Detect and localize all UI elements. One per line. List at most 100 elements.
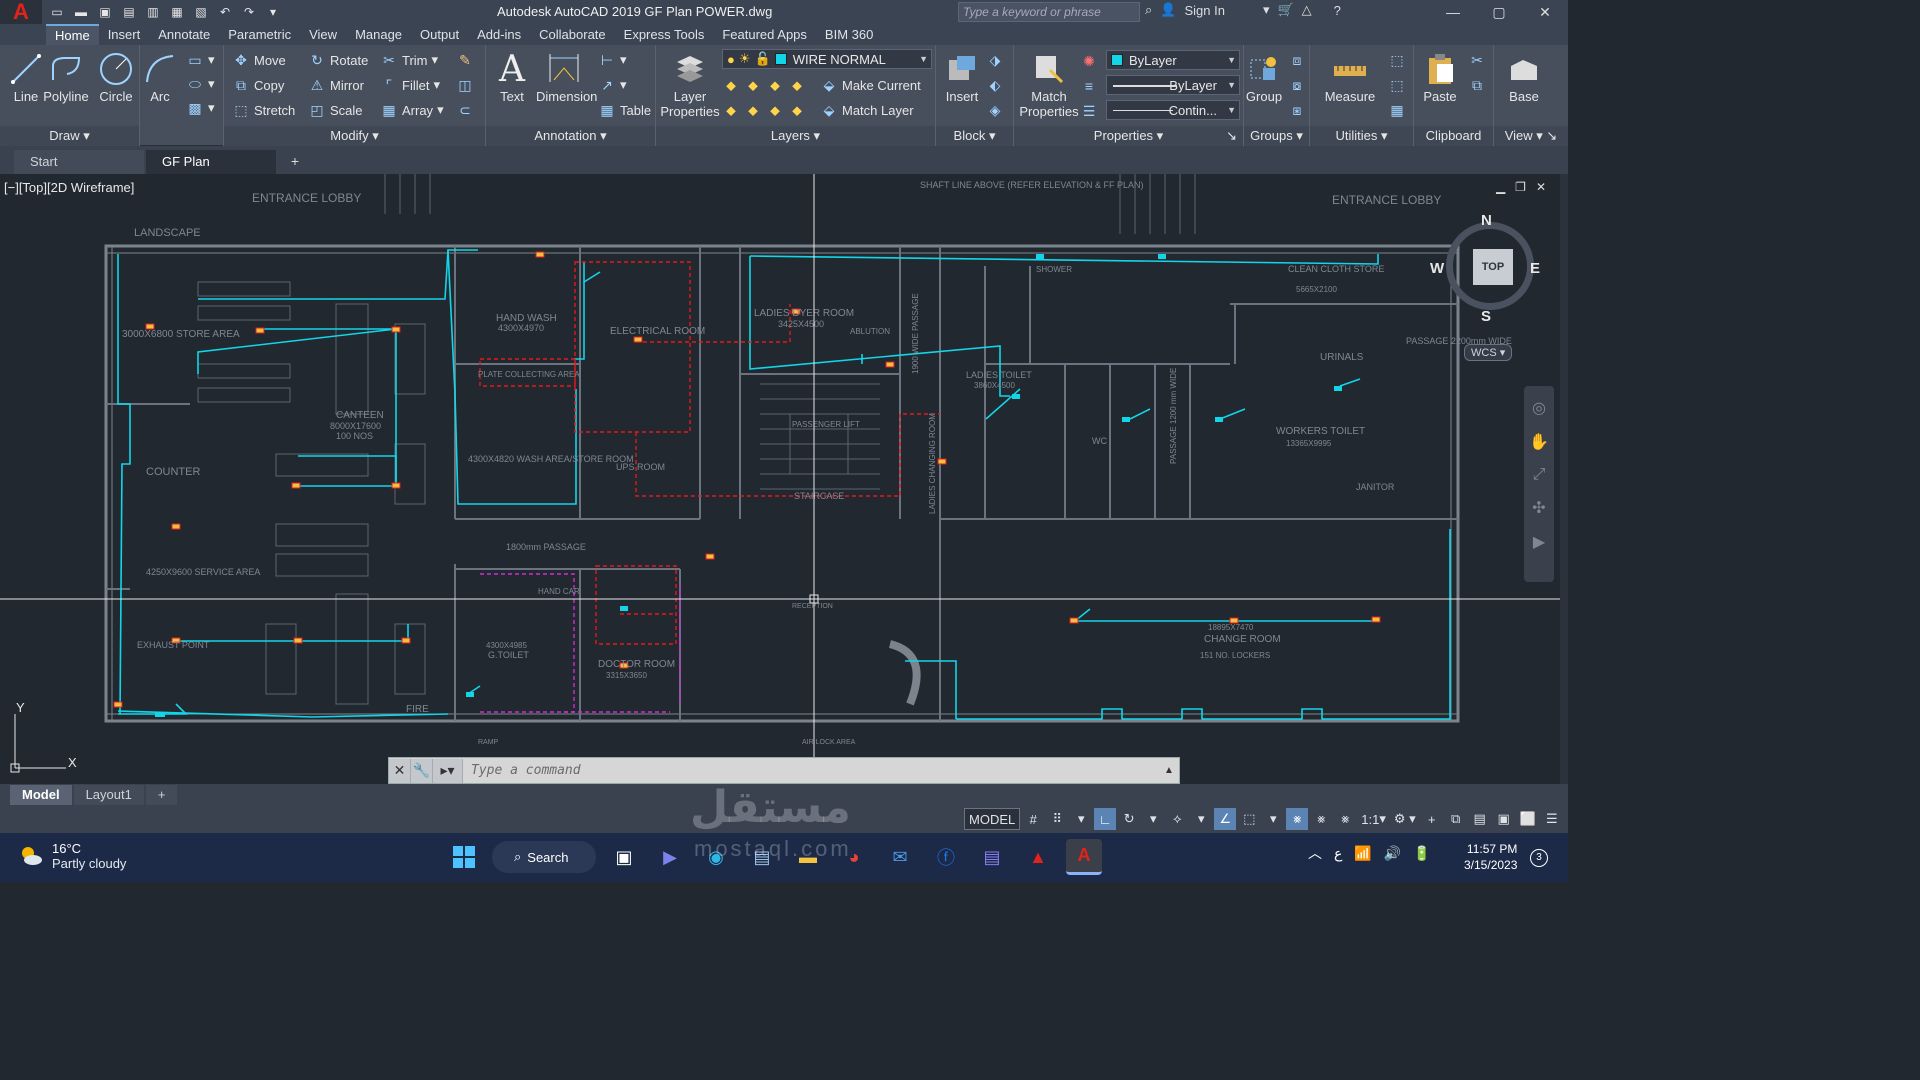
draw-panel-title[interactable]: Draw ▾ (0, 126, 139, 146)
steering-wheel-icon[interactable]: ◎ (1532, 398, 1546, 418)
stretch-tool[interactable]: ⬚ Stretch (232, 99, 295, 121)
block-attributes-tool[interactable]: ◈ (986, 99, 1004, 121)
ungroup-tool[interactable]: ⧈ (1288, 49, 1306, 71)
help-icon[interactable]: ? (1334, 3, 1341, 18)
fillet-tool[interactable]: ⌜ Fillet ▾ (380, 74, 440, 96)
color-dropdown[interactable]: ByLayer ▼ (1106, 50, 1240, 70)
close-icon[interactable]: ✕ (1522, 0, 1568, 24)
ribbon-tab-add-ins[interactable]: Add-ins (468, 24, 530, 45)
teams-chat-icon[interactable]: ▶ (652, 839, 688, 875)
select-all-tool[interactable]: ⬚ (1388, 74, 1406, 96)
properties-panel-title[interactable]: Properties ▾ ↘ (1014, 126, 1243, 146)
linear-dim-tool[interactable]: ⊢ ▾ (598, 49, 627, 71)
block-panel-title[interactable]: Block ▾ (936, 126, 1013, 146)
group-edit-tool[interactable]: ⧇ (1288, 74, 1306, 96)
polyline-tool[interactable]: Polyline (40, 49, 92, 104)
modify-panel-title[interactable]: Modify ▾ (224, 126, 485, 146)
ribbon-tab-collaborate[interactable]: Collaborate (530, 24, 615, 45)
close-icon[interactable]: ✕ (1536, 180, 1546, 194)
ellipse-tool[interactable]: ⬭ ▾ (186, 73, 215, 95)
arc-tool[interactable]: Arc (134, 49, 186, 104)
compass-e[interactable]: E (1530, 260, 1540, 277)
vertical-scrollbar[interactable] (1560, 174, 1568, 784)
match-properties-tool[interactable]: Match Properties (1018, 49, 1080, 119)
quick-properties-icon[interactable]: ▤ (1469, 808, 1491, 830)
autocad-taskbar-icon[interactable]: A (1066, 839, 1102, 875)
osnap-chevron-icon[interactable]: ▾ (1262, 808, 1284, 830)
undo-icon[interactable]: ↶ (216, 4, 234, 20)
binoculars-icon[interactable]: ⌕ (1145, 2, 1152, 18)
ortho-icon[interactable]: ∟ (1094, 808, 1117, 830)
file-tab-start[interactable]: Start (14, 150, 144, 174)
match-layer-button[interactable]: ⬙ Match Layer (820, 99, 914, 121)
new-file-icon[interactable]: ▭ (48, 4, 66, 20)
workspace-gear-icon[interactable]: ⚙ ▾ (1391, 808, 1419, 830)
compass-w[interactable]: W (1430, 260, 1444, 277)
ribbon-tab-featured-apps[interactable]: Featured Apps (713, 24, 816, 45)
ribbon-tab-output[interactable]: Output (411, 24, 468, 45)
group-select-tool[interactable]: ⧆ (1288, 99, 1306, 121)
array-tool[interactable]: ▦ Array ▾ (380, 99, 443, 121)
sign-in-button[interactable]: Sign In (1184, 3, 1224, 18)
measure-tool[interactable]: Measure (1322, 49, 1378, 104)
linetype-dropdown[interactable]: Contin... ▼ (1106, 100, 1240, 120)
make-current-button[interactable]: ⬙ Make Current (820, 74, 921, 96)
cart-icon[interactable]: 🛒 (1277, 2, 1293, 18)
move-tool[interactable]: ✥ Move (232, 49, 286, 71)
create-block-tool[interactable]: ⬗ (986, 49, 1004, 71)
recent-commands-icon[interactable]: ▸▾ (433, 758, 463, 783)
annotation-visibility-icon[interactable]: ⨳ (1286, 808, 1309, 830)
wifi-icon[interactable]: 📶 (1354, 845, 1371, 862)
taskbar-search[interactable]: ⌕ Search (492, 841, 596, 873)
save-web-icon[interactable]: ▦ (168, 4, 186, 20)
lineweight-dropdown[interactable]: ByLayer ▼ (1106, 75, 1240, 95)
customize-command-icon[interactable]: 🔧 (411, 758, 433, 783)
isodraft-chevron-icon[interactable]: ▾ (1190, 808, 1212, 830)
annotation-monitor-icon[interactable]: + (1421, 808, 1443, 830)
help-search-input[interactable]: Type a keyword or phrase (958, 2, 1140, 22)
scale-dropdown[interactable]: 1:1 ▾ (1358, 808, 1389, 830)
windows-start-icon[interactable] (446, 839, 482, 875)
notification-badge[interactable]: 3 (1530, 849, 1548, 867)
user-icon[interactable]: 👤 (1160, 2, 1176, 18)
new-tab-button[interactable]: + (284, 151, 306, 171)
customization-icon[interactable]: ☰ (1541, 808, 1563, 830)
compass-s[interactable]: S (1481, 308, 1491, 325)
drawing-viewport[interactable]: ENTRANCE LOBBY ENTRANCE LOBBY LANDSCAPE … (0, 174, 1560, 784)
color-wheel-icon[interactable]: ✺ (1080, 50, 1098, 72)
save-as-icon[interactable]: ▤ (120, 4, 138, 20)
snap-chevron-icon[interactable]: ▾ (1070, 808, 1092, 830)
copy-clip-tool[interactable]: ⧉ (1468, 74, 1486, 96)
paste-tool[interactable]: Paste (1414, 49, 1466, 104)
ribbon-tab-parametric[interactable]: Parametric (219, 24, 300, 45)
chevron-down-icon[interactable]: ▾ (1263, 2, 1270, 18)
file-tab-gf-plan[interactable]: GF Plan POWER* ✕ (146, 150, 276, 193)
erase-tool[interactable]: ✎ (456, 49, 474, 71)
dimension-tool[interactable]: Dimension (536, 49, 597, 104)
insert-tool[interactable]: Insert (936, 49, 988, 104)
quick-select-tool[interactable]: ⬚ (1388, 49, 1406, 71)
application-menu-button[interactable]: A (0, 0, 42, 26)
qat-customize-icon[interactable]: ▾ (264, 4, 282, 20)
ribbon-tab-view[interactable]: View (300, 24, 346, 45)
object-snap-tracking-icon[interactable]: ∠ (1214, 808, 1237, 830)
command-history-icon[interactable]: ▲ (1159, 765, 1179, 776)
grid-icon[interactable]: # (1022, 808, 1044, 830)
save-icon[interactable]: ▣ (96, 4, 114, 20)
ribbon-tab-manage[interactable]: Manage (346, 24, 411, 45)
viewcube-top-face[interactable]: TOP (1473, 249, 1513, 285)
layers-panel-title[interactable]: Layers ▾ (656, 126, 935, 146)
viewport-controls-label[interactable]: [−][Top][2D Wireframe] (4, 180, 134, 195)
tab-layout1[interactable]: Layout1 (73, 785, 144, 805)
minimize-icon[interactable]: ▁ (1496, 180, 1505, 194)
tray-chevron-up-icon[interactable]: ︿ (1308, 843, 1322, 863)
ribbon-tab-express-tools[interactable]: Express Tools (615, 24, 714, 45)
edit-block-tool[interactable]: ⬖ (986, 74, 1004, 96)
ribbon-tab-bim-360[interactable]: BIM 360 (816, 24, 882, 45)
leader-tool[interactable]: ↗ ▾ (598, 74, 626, 96)
trim-tool[interactable]: ✂ Trim ▾ (380, 49, 438, 71)
auto-scale-icon[interactable]: ⨳ (1310, 808, 1332, 830)
task-view-icon[interactable]: ▣ (606, 839, 642, 875)
graphics-performance-icon[interactable]: ▣ (1493, 808, 1515, 830)
plot-icon[interactable]: ▧ (192, 4, 210, 20)
